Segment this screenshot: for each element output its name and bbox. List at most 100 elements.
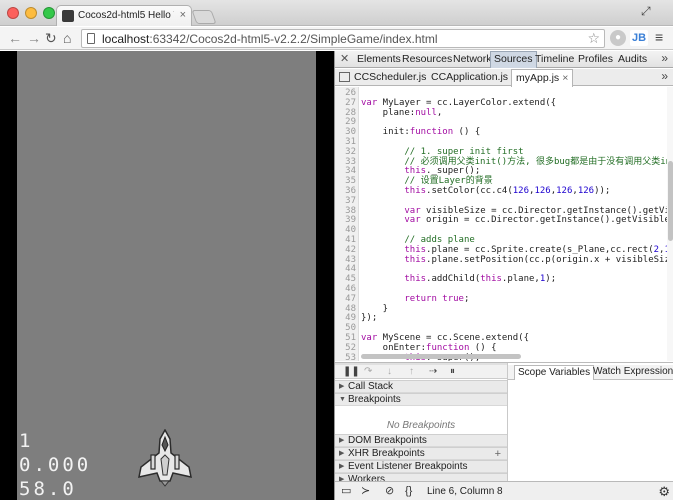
line-number[interactable]: 40 — [335, 225, 356, 235]
line-number[interactable]: 31 — [335, 137, 356, 147]
call-stack-pane[interactable]: ▶ Call Stack — [335, 380, 507, 393]
code-line[interactable]: 40 — [335, 225, 673, 235]
line-number[interactable]: 41 — [335, 235, 356, 245]
code-line[interactable]: 38 var visibleSize = cc.Director.getInst… — [335, 206, 673, 216]
line-number[interactable]: 46 — [335, 284, 356, 294]
code-line[interactable]: 32 // 1. super init first — [335, 147, 673, 157]
file-tab-ccapplication[interactable]: CCApplication.js — [431, 71, 508, 83]
line-number[interactable]: 32 — [335, 147, 356, 157]
event-listener-breakpoints-pane[interactable]: ▶ Event Listener Breakpoints — [335, 460, 507, 473]
code-line[interactable]: 49}); — [335, 313, 673, 323]
code-line[interactable]: 33 // 必须调用父类init()方法, 很多bug都是由于没有调用父类ini… — [335, 157, 673, 167]
xhr-breakpoints-pane[interactable]: ▶ XHR Breakpoints + — [335, 447, 507, 460]
code-line[interactable]: 46 — [335, 284, 673, 294]
editor-vertical-scrollbar[interactable] — [667, 87, 673, 361]
deactivate-breakpoints-icon[interactable]: ⇢ — [429, 365, 437, 379]
line-number[interactable]: 36 — [335, 186, 356, 196]
more-tabs-icon[interactable]: » — [661, 51, 668, 65]
code-line[interactable]: 41 // adds plane — [335, 235, 673, 245]
tab-timeline[interactable]: Timeline — [535, 53, 574, 65]
code-line[interactable]: 31 — [335, 137, 673, 147]
tab-close-icon[interactable]: × — [180, 9, 186, 21]
line-number[interactable]: 50 — [335, 323, 356, 333]
line-number[interactable]: 48 — [335, 304, 356, 314]
code-line[interactable]: 43 this.plane.setPosition(cc.p(origin.x … — [335, 255, 673, 265]
code-line[interactable]: 51 var MyScene = cc.Scene.extend({ — [335, 333, 673, 343]
code-line[interactable]: 28 plane:null, — [335, 108, 673, 118]
code-line[interactable]: 48 } — [335, 304, 673, 314]
line-number[interactable]: 43 — [335, 255, 356, 265]
address-bar[interactable]: localhost:63342/Cocos2d-html5-v2.2.2/Sim… — [81, 29, 605, 48]
line-number[interactable]: 33 — [335, 157, 356, 167]
code-line[interactable]: 42 this.plane = cc.Sprite.create(s_Plane… — [335, 245, 673, 255]
jetbrains-extension-icon[interactable]: JB — [630, 30, 648, 46]
file-tab-close-icon[interactable]: × — [562, 72, 568, 84]
zoom-window-button[interactable] — [43, 7, 55, 19]
code-line[interactable]: 50 — [335, 323, 673, 333]
code-line[interactable]: 34 this._super(); — [335, 166, 673, 176]
menu-icon[interactable]: ≡ — [655, 29, 663, 45]
code-line[interactable]: 47 return true; — [335, 294, 673, 304]
back-icon[interactable]: ← — [8, 30, 22, 46]
tab-scope-variables[interactable]: Scope Variables — [514, 365, 595, 380]
dock-icon[interactable]: ▭ — [341, 485, 351, 497]
code-line[interactable]: 45 this.addChild(this.plane,1); — [335, 274, 673, 284]
code-editor[interactable]: 26 27 var MyLayer = cc.LayerColor.extend({… — [335, 87, 673, 361]
minimize-window-button[interactable] — [25, 7, 37, 19]
home-icon[interactable]: ⌂ — [63, 30, 71, 46]
pause-on-exceptions-status-icon[interactable]: ⊘ — [385, 485, 394, 497]
line-number[interactable]: 44 — [335, 264, 356, 274]
code-line[interactable]: 27 var MyLayer = cc.LayerColor.extend({ — [335, 98, 673, 108]
tab-audits[interactable]: Audits — [618, 53, 647, 65]
code-line[interactable]: 52 onEnter:function () { — [335, 343, 673, 353]
browser-tab[interactable]: Cocos2d-html5 Hello World × — [56, 5, 192, 26]
new-tab-button[interactable] — [191, 10, 217, 24]
pretty-print-icon[interactable]: {} — [405, 485, 412, 497]
breakpoints-pane[interactable]: ▼ Breakpoints — [335, 393, 507, 406]
step-over-icon[interactable]: ↷ — [364, 365, 372, 379]
pause-on-exceptions-icon[interactable]: ⏸ — [450, 365, 455, 379]
editor-vertical-scroll-thumb[interactable] — [668, 161, 673, 241]
close-window-button[interactable] — [7, 7, 19, 19]
editor-horizontal-scroll-thumb[interactable] — [361, 354, 521, 359]
line-number[interactable]: 34 — [335, 166, 356, 176]
line-number[interactable]: 30 — [335, 127, 356, 137]
line-number[interactable]: 51 — [335, 333, 356, 343]
code-line[interactable]: 35 // 设置Layer的背景 — [335, 176, 673, 186]
file-tab-ccscheduler[interactable]: CCScheduler.js — [354, 71, 426, 83]
pause-icon[interactable]: ❚❚ — [343, 365, 360, 379]
tab-profiles[interactable]: Profiles — [578, 53, 613, 65]
extension-icon[interactable]: ● — [610, 30, 626, 46]
console-icon[interactable]: ≻ — [361, 485, 370, 497]
tab-watch-expressions[interactable]: Watch Expressions — [590, 365, 673, 380]
line-number[interactable]: 35 — [335, 176, 356, 186]
game-canvas[interactable]: 1 0.000 58.0 — [17, 51, 316, 500]
devtools-close-icon[interactable]: ✕ — [340, 52, 349, 65]
line-number[interactable]: 28 — [335, 108, 356, 118]
line-number[interactable]: 49 — [335, 313, 356, 323]
code-line[interactable]: 37 — [335, 196, 673, 206]
navigator-toggle-icon[interactable] — [339, 72, 350, 82]
reload-icon[interactable]: ↻ — [45, 30, 57, 46]
dom-breakpoints-pane[interactable]: ▶ DOM Breakpoints — [335, 434, 507, 447]
step-into-icon[interactable]: ↓ — [387, 365, 392, 379]
more-files-icon[interactable]: » — [661, 69, 668, 83]
line-number[interactable]: 37 — [335, 196, 356, 206]
line-number[interactable]: 26 — [335, 88, 356, 98]
step-out-icon[interactable]: ↑ — [409, 365, 414, 379]
tab-resources[interactable]: Resources — [402, 53, 452, 65]
line-number[interactable]: 52 — [335, 343, 356, 353]
line-number[interactable]: 47 — [335, 294, 356, 304]
code-line[interactable]: 29 — [335, 117, 673, 127]
tab-sources[interactable]: Sources — [490, 51, 537, 68]
add-xhr-breakpoint-icon[interactable]: + — [495, 448, 501, 460]
code-line[interactable]: 44 — [335, 264, 673, 274]
settings-gear-icon[interactable]: ⚙ — [658, 484, 670, 500]
forward-icon[interactable]: → — [27, 30, 41, 46]
line-number[interactable]: 27 — [335, 98, 356, 108]
line-number[interactable]: 42 — [335, 245, 356, 255]
bookmark-star-icon[interactable]: ☆ — [587, 30, 600, 47]
line-number[interactable]: 53 — [335, 353, 356, 361]
line-number[interactable]: 29 — [335, 117, 356, 127]
code-line[interactable]: 26 — [335, 88, 673, 98]
